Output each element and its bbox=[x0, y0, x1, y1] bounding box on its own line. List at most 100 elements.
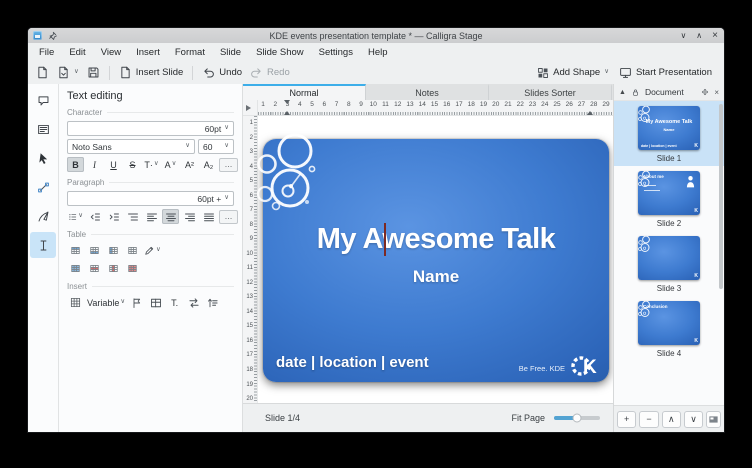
indent-marker[interactable] bbox=[587, 111, 593, 115]
superscript-button[interactable]: A² bbox=[181, 157, 198, 172]
slide-page[interactable]: My Awesome Talk Name date | location | e… bbox=[263, 139, 609, 382]
lock-icon[interactable] bbox=[631, 88, 640, 97]
font-size-combobox[interactable]: 60 bbox=[198, 139, 234, 154]
slide-canvas[interactable]: 1234567891011121314151617181920 My Aweso… bbox=[243, 116, 614, 403]
delete-column-button[interactable] bbox=[105, 261, 122, 276]
start-presentation-button[interactable]: Start Presentation bbox=[615, 64, 716, 81]
horizontal-ruler[interactable]: 1234567891011121314151617181920212223242… bbox=[258, 100, 614, 115]
insert-slide-button[interactable]: Insert Slide bbox=[115, 64, 188, 81]
insert-column-button[interactable] bbox=[105, 243, 122, 258]
subscript-button[interactable]: A₂ bbox=[200, 157, 217, 172]
open-document-button[interactable] bbox=[53, 64, 83, 81]
paragraph-style-combobox[interactable]: 60pt + bbox=[67, 191, 234, 206]
menu-item-edit[interactable]: Edit bbox=[69, 47, 85, 58]
font-family-combobox[interactable]: Noto Sans bbox=[67, 139, 195, 154]
bookmark-button[interactable] bbox=[128, 295, 145, 310]
slide-thumbnail-item[interactable]: ConclusionKSlide 4 bbox=[614, 296, 724, 361]
delete-row-button[interactable] bbox=[86, 261, 103, 276]
path-tool[interactable] bbox=[30, 203, 56, 229]
undo-button[interactable]: Undo bbox=[198, 64, 246, 81]
minimize-button[interactable]: ∨ bbox=[680, 31, 686, 40]
menu-item-view[interactable]: View bbox=[101, 47, 121, 58]
more-paragraph-options-button[interactable]: … bbox=[219, 210, 238, 224]
slide-subtitle-text[interactable]: Name bbox=[263, 267, 609, 287]
more-character-options-button[interactable]: … bbox=[219, 158, 238, 172]
slide-thumbnail-item[interactable]: About meKSlide 2 bbox=[614, 166, 724, 231]
tab-slides-sorter[interactable]: Slides Sorter bbox=[489, 84, 612, 100]
slide-thumbnail[interactable]: K bbox=[638, 236, 700, 280]
zoom-slider-knob[interactable] bbox=[573, 414, 582, 423]
change-text-direction-button[interactable] bbox=[185, 295, 202, 310]
strikethrough-button[interactable]: S bbox=[124, 157, 141, 172]
selection-tool[interactable] bbox=[30, 145, 56, 171]
basic-shapes-tool[interactable] bbox=[30, 87, 56, 113]
remove-slide-button[interactable]: − bbox=[639, 411, 658, 428]
close-panel-icon[interactable]: × bbox=[714, 88, 719, 97]
menu-item-slide[interactable]: Slide bbox=[220, 47, 241, 58]
paragraph-direction-button[interactable] bbox=[204, 295, 221, 310]
align-left-button[interactable] bbox=[143, 209, 160, 224]
indent-more-button[interactable] bbox=[105, 209, 122, 224]
slide-footer-text[interactable]: date | location | event bbox=[276, 354, 429, 371]
menu-item-insert[interactable]: Insert bbox=[136, 47, 160, 58]
align-center-button[interactable] bbox=[162, 209, 179, 224]
italic-button[interactable]: I bbox=[86, 157, 103, 172]
menu-item-settings[interactable]: Settings bbox=[319, 47, 353, 58]
special-character-button[interactable] bbox=[67, 295, 84, 310]
change-case-button[interactable]: T· bbox=[143, 157, 160, 172]
insert-row-above-button[interactable] bbox=[67, 243, 84, 258]
menu-item-slide-show[interactable]: Slide Show bbox=[256, 47, 304, 58]
tab-normal[interactable]: Normal bbox=[243, 84, 366, 100]
merge-cells-button[interactable] bbox=[67, 261, 84, 276]
panel-scrollbar[interactable] bbox=[719, 104, 723, 289]
zoom-slider[interactable] bbox=[554, 416, 600, 420]
move-slide-up-button[interactable]: ∧ bbox=[662, 411, 681, 428]
tab-notes[interactable]: Notes bbox=[366, 84, 489, 100]
text-tool[interactable] bbox=[30, 232, 56, 258]
connector-tool[interactable] bbox=[30, 174, 56, 200]
move-slide-down-button[interactable]: ∨ bbox=[684, 411, 703, 428]
slide-thumbnail[interactable]: My Awesome TalkNamedate | location | eve… bbox=[638, 106, 700, 150]
collapse-icon[interactable]: ▲ bbox=[619, 89, 626, 96]
text-style-button[interactable]: T. bbox=[166, 295, 183, 310]
indent-marker[interactable] bbox=[284, 111, 290, 115]
border-pen-button[interactable] bbox=[143, 243, 162, 258]
font-color-button[interactable]: A bbox=[162, 157, 179, 172]
maximize-button[interactable]: ∧ bbox=[696, 31, 702, 40]
character-style-combobox[interactable]: 60pt bbox=[67, 121, 234, 136]
indent-marker[interactable] bbox=[284, 100, 290, 104]
pin-icon[interactable] bbox=[48, 31, 57, 40]
list-style-button[interactable] bbox=[67, 209, 84, 224]
table-style-button[interactable] bbox=[124, 243, 141, 258]
insert-row-below-button[interactable] bbox=[86, 243, 103, 258]
save-button[interactable] bbox=[83, 64, 104, 81]
variable-button[interactable]: Variable bbox=[86, 295, 126, 310]
vertical-ruler[interactable]: 1234567891011121314151617181920 bbox=[243, 116, 258, 403]
menu-item-help[interactable]: Help bbox=[368, 47, 388, 58]
menu-item-file[interactable]: File bbox=[39, 47, 54, 58]
slide-thumbnail[interactable]: About meK bbox=[638, 171, 700, 215]
menu-item-format[interactable]: Format bbox=[175, 47, 205, 58]
indent-less-button[interactable] bbox=[86, 209, 103, 224]
align-justify-button[interactable] bbox=[200, 209, 217, 224]
add-slide-button[interactable]: + bbox=[617, 411, 636, 428]
add-shape-button[interactable]: Add Shape bbox=[533, 65, 613, 81]
delete-table-button[interactable] bbox=[124, 261, 141, 276]
slide-thumbnail-item[interactable]: My Awesome TalkNamedate | location | eve… bbox=[614, 101, 724, 166]
slide-properties-button[interactable] bbox=[706, 411, 721, 428]
close-button[interactable]: × bbox=[712, 30, 718, 41]
underline-button[interactable]: U bbox=[105, 157, 122, 172]
zoom-mode-label[interactable]: Fit Page bbox=[511, 413, 545, 423]
slide-title-text[interactable]: My Awesome Talk bbox=[263, 223, 609, 256]
slide-thumbnail-item[interactable]: KSlide 3 bbox=[614, 231, 724, 296]
float-panel-icon[interactable] bbox=[701, 88, 709, 96]
redo-button[interactable]: Redo bbox=[246, 64, 294, 81]
new-document-button[interactable] bbox=[32, 64, 53, 81]
slide-thumbnail[interactable]: ConclusionK bbox=[638, 301, 700, 345]
insert-table-button[interactable] bbox=[147, 295, 164, 310]
bold-button[interactable]: B bbox=[67, 157, 84, 172]
slide-tagline-text[interactable]: Be Free. KDE bbox=[519, 364, 565, 373]
indent-auto-button[interactable] bbox=[124, 209, 141, 224]
slide-layout-tool[interactable] bbox=[30, 116, 56, 142]
align-right-button[interactable] bbox=[181, 209, 198, 224]
